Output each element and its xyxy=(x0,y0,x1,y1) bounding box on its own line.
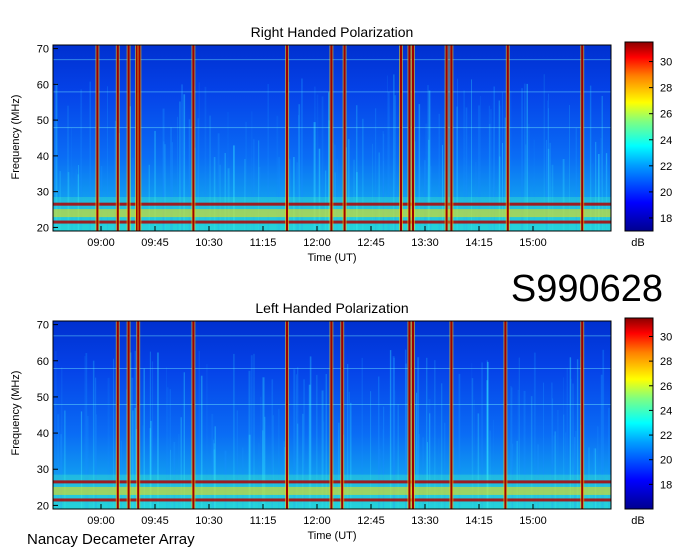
x-tick-label: 12:45 xyxy=(357,515,385,527)
chart-title: Left Handed Polarization xyxy=(255,300,408,316)
y-tick-label: 30 xyxy=(37,187,49,199)
colorbar-tick-label: 24 xyxy=(660,405,672,417)
spectrogram-area xyxy=(53,321,611,509)
burst-line xyxy=(412,321,414,509)
x-tick-label: 12:00 xyxy=(303,515,331,527)
x-tick-label: 14:15 xyxy=(465,237,493,249)
burst-line xyxy=(138,45,141,231)
burst-line xyxy=(116,45,119,231)
burst-line xyxy=(192,321,195,509)
y-tick-label: 20 xyxy=(37,222,49,234)
x-tick-label: 09:45 xyxy=(141,237,169,249)
colorbar-tick-label: 20 xyxy=(660,455,672,467)
burst-line xyxy=(450,321,453,509)
colorbar-tick-label: 20 xyxy=(660,187,672,199)
y-tick-label: 40 xyxy=(37,428,49,440)
burst-line xyxy=(408,321,411,509)
dynamic-spectrum-figure: Right Handed Polarization 20 30 40 50 60 70 09… xyxy=(10,24,672,548)
x-tick-label: 12:45 xyxy=(357,237,385,249)
burst-line xyxy=(450,45,453,231)
burst-line xyxy=(400,45,402,231)
burst-line xyxy=(506,45,509,231)
y-tick-label: 20 xyxy=(37,500,49,512)
burst-line xyxy=(581,45,584,231)
burst-line xyxy=(137,321,140,509)
burst-line xyxy=(286,45,288,231)
y-tick-label: 60 xyxy=(37,356,49,368)
colorbar-tick-label: 26 xyxy=(660,381,672,393)
burst-line xyxy=(581,321,584,509)
x-tick-label: 09:00 xyxy=(87,515,115,527)
burst-line xyxy=(408,45,411,231)
burst-line xyxy=(127,321,130,509)
panel-left-polarization: Left Handed Polarization 20 30 40 50 60 70 09:… xyxy=(10,300,672,542)
burst-line xyxy=(127,45,130,231)
x-tick-label: 12:00 xyxy=(303,237,331,249)
burst-line xyxy=(412,45,414,231)
colorbar: 18 20 22 24 26 28 30 xyxy=(624,317,672,510)
colorbar-tick-label: 26 xyxy=(660,109,672,121)
y-axis-label: Frequency (MHz) xyxy=(10,371,22,456)
burst-line xyxy=(330,321,333,509)
burst-line xyxy=(116,321,119,509)
colorbar-gradient xyxy=(624,41,654,232)
x-tick-label: 11:15 xyxy=(250,515,277,527)
burst-line xyxy=(504,321,507,509)
colorbar-tick-label: 30 xyxy=(660,331,672,343)
colorbar: 18 20 22 24 26 28 30 xyxy=(624,41,672,232)
y-tick-label: 30 xyxy=(37,464,49,476)
x-tick-label: 10:30 xyxy=(195,515,223,527)
x-axis-label: Time (UT) xyxy=(307,252,356,264)
date-code-label: S990628 xyxy=(511,268,663,310)
x-tick-label: 10:30 xyxy=(195,237,223,249)
colorbar-unit: dB xyxy=(631,237,644,249)
burst-line xyxy=(96,45,99,231)
panel-right-polarization: Right Handed Polarization 20 30 40 50 60 70 09… xyxy=(10,24,672,264)
burst-line xyxy=(192,45,195,231)
burst-line xyxy=(445,45,448,231)
chart-title: Right Handed Polarization xyxy=(251,24,414,40)
y-tick-label: 50 xyxy=(37,392,49,404)
colorbar-tick-label: 24 xyxy=(660,135,672,147)
colorbar-tick-label: 22 xyxy=(660,430,672,442)
x-tick-label: 11:15 xyxy=(250,237,277,249)
x-tick-label: 13:30 xyxy=(411,237,439,249)
x-tick-label: 09:45 xyxy=(141,515,169,527)
y-tick-label: 70 xyxy=(37,320,49,332)
x-axis-label: Time (UT) xyxy=(307,530,356,542)
y-tick-label: 40 xyxy=(37,151,49,163)
colorbar-tick-label: 18 xyxy=(660,213,672,225)
colorbar-tick-label: 22 xyxy=(660,161,672,173)
colorbar-tick-label: 28 xyxy=(660,83,672,95)
colorbar-tick-label: 30 xyxy=(660,57,672,69)
footer-label: Nancay Decameter Array xyxy=(27,531,195,548)
x-tick-label: 15:00 xyxy=(519,515,547,527)
burst-line xyxy=(341,321,344,509)
colorbar-tick-label: 18 xyxy=(660,479,672,491)
burst-line xyxy=(286,321,288,509)
y-tick-label: 60 xyxy=(37,79,49,91)
x-tick-label: 09:00 xyxy=(87,237,115,249)
x-tick-label: 15:00 xyxy=(519,237,547,249)
colorbar-gradient xyxy=(624,317,654,510)
x-tick-label: 13:30 xyxy=(411,515,439,527)
y-tick-label: 70 xyxy=(37,44,49,56)
x-tick-label: 14:15 xyxy=(465,515,493,527)
colorbar-unit: dB xyxy=(631,515,644,527)
burst-line xyxy=(343,45,346,231)
y-axis-label: Frequency (MHz) xyxy=(10,95,22,180)
burst-line xyxy=(330,45,333,231)
y-tick-label: 50 xyxy=(37,115,49,127)
colorbar-tick-label: 28 xyxy=(660,356,672,368)
spectrogram-area xyxy=(53,45,611,232)
